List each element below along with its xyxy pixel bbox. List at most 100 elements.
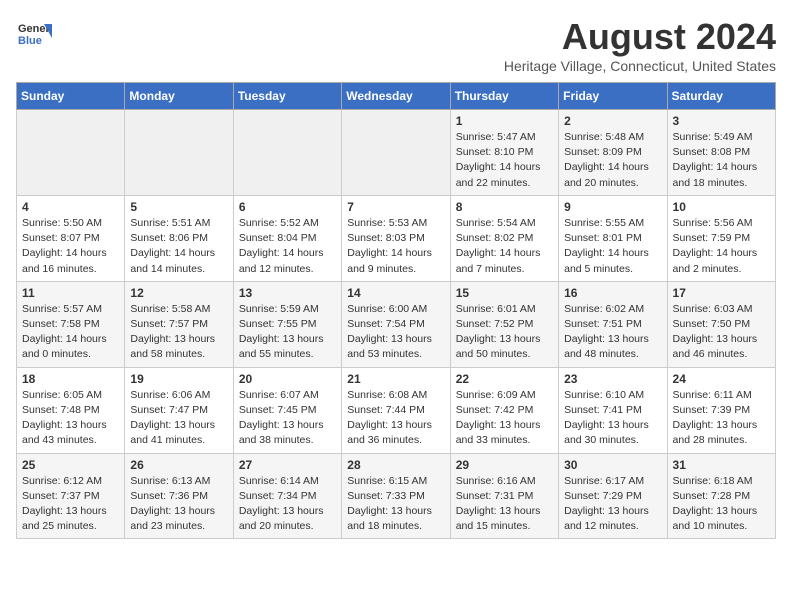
col-header-tuesday: Tuesday xyxy=(233,83,341,110)
day-info: Sunrise: 6:16 AM Sunset: 7:31 PM Dayligh… xyxy=(456,474,553,535)
table-row: 28 Sunrise: 6:15 AM Sunset: 7:33 PM Dayli… xyxy=(342,453,450,539)
col-header-friday: Friday xyxy=(559,83,667,110)
table-row: 14 Sunrise: 6:00 AM Sunset: 7:54 PM Dayli… xyxy=(342,281,450,367)
day-info: Sunrise: 6:12 AM Sunset: 7:37 PM Dayligh… xyxy=(22,474,119,535)
table-row: 31 Sunrise: 6:18 AM Sunset: 7:28 PM Dayli… xyxy=(667,453,775,539)
col-header-sunday: Sunday xyxy=(17,83,125,110)
svg-text:Blue: Blue xyxy=(18,35,42,47)
day-number: 12 xyxy=(130,286,227,300)
col-header-saturday: Saturday xyxy=(667,83,775,110)
table-row: 8Sunrise: 5:54 AM Sunset: 8:02 PM Daylig… xyxy=(450,195,558,281)
day-info: Sunrise: 5:59 AM Sunset: 7:55 PM Dayligh… xyxy=(239,302,336,363)
title-section: August 2024 Heritage Village, Connecticu… xyxy=(504,16,776,74)
table-row: 26 Sunrise: 6:13 AM Sunset: 7:36 PM Dayli… xyxy=(125,453,233,539)
day-number: 17 xyxy=(673,286,770,300)
table-row: 15 Sunrise: 6:01 AM Sunset: 7:52 PM Dayli… xyxy=(450,281,558,367)
day-info: Sunrise: 6:00 AM Sunset: 7:54 PM Dayligh… xyxy=(347,302,444,363)
day-info: Sunrise: 5:55 AM Sunset: 8:01 PM Dayligh… xyxy=(564,216,661,277)
table-row: 1 Sunrise: 5:47 AM Sunset: 8:10 PM Daylig… xyxy=(450,110,558,196)
table-row: 10Sunrise: 5:56 AM Sunset: 7:59 PM Dayli… xyxy=(667,195,775,281)
day-number: 3 xyxy=(673,114,770,128)
day-number: 16 xyxy=(564,286,661,300)
day-number: 1 xyxy=(456,114,553,128)
table-row: 24Sunrise: 6:11 AM Sunset: 7:39 PM Dayli… xyxy=(667,367,775,453)
col-header-thursday: Thursday xyxy=(450,83,558,110)
calendar-header: General Blue August 2024 Heritage Villag… xyxy=(16,16,776,74)
day-number: 24 xyxy=(673,372,770,386)
table-row xyxy=(125,110,233,196)
table-row: 23Sunrise: 6:10 AM Sunset: 7:41 PM Dayli… xyxy=(559,367,667,453)
day-number: 10 xyxy=(673,200,770,214)
day-info: Sunrise: 6:10 AM Sunset: 7:41 PM Dayligh… xyxy=(564,388,661,449)
day-info: Sunrise: 6:01 AM Sunset: 7:52 PM Dayligh… xyxy=(456,302,553,363)
day-number: 19 xyxy=(130,372,227,386)
table-row: 16 Sunrise: 6:02 AM Sunset: 7:51 PM Dayli… xyxy=(559,281,667,367)
day-number: 7 xyxy=(347,200,444,214)
table-row: 2 Sunrise: 5:48 AM Sunset: 8:09 PM Daylig… xyxy=(559,110,667,196)
table-row xyxy=(17,110,125,196)
table-row: 21 Sunrise: 6:08 AM Sunset: 7:44 PM Dayli… xyxy=(342,367,450,453)
day-number: 27 xyxy=(239,458,336,472)
day-number: 28 xyxy=(347,458,444,472)
day-info: Sunrise: 5:52 AM Sunset: 8:04 PM Dayligh… xyxy=(239,216,336,277)
logo: General Blue xyxy=(16,16,52,52)
day-info: Sunrise: 6:17 AM Sunset: 7:29 PM Dayligh… xyxy=(564,474,661,535)
day-number: 15 xyxy=(456,286,553,300)
day-info: Sunrise: 6:06 AM Sunset: 7:47 PM Dayligh… xyxy=(130,388,227,449)
table-row: 18 Sunrise: 6:05 AM Sunset: 7:48 PM Dayli… xyxy=(17,367,125,453)
table-row: 27 Sunrise: 6:14 AM Sunset: 7:34 PM Dayli… xyxy=(233,453,341,539)
day-info: Sunrise: 5:58 AM Sunset: 7:57 PM Dayligh… xyxy=(130,302,227,363)
table-row: 3Sunrise: 5:49 AM Sunset: 8:08 PM Daylig… xyxy=(667,110,775,196)
day-info: Sunrise: 6:08 AM Sunset: 7:44 PM Dayligh… xyxy=(347,388,444,449)
day-number: 31 xyxy=(673,458,770,472)
logo-icon: General Blue xyxy=(16,16,52,52)
day-number: 6 xyxy=(239,200,336,214)
day-number: 29 xyxy=(456,458,553,472)
day-number: 8 xyxy=(456,200,553,214)
day-info: Sunrise: 6:14 AM Sunset: 7:34 PM Dayligh… xyxy=(239,474,336,535)
day-number: 5 xyxy=(130,200,227,214)
day-number: 2 xyxy=(564,114,661,128)
table-row: 17 Sunrise: 6:03 AM Sunset: 7:50 PM Dayli… xyxy=(667,281,775,367)
table-row: 7 Sunrise: 5:53 AM Sunset: 8:03 PM Daylig… xyxy=(342,195,450,281)
day-info: Sunrise: 5:50 AM Sunset: 8:07 PM Dayligh… xyxy=(22,216,119,277)
table-row: 11 Sunrise: 5:57 AM Sunset: 7:58 PM Dayli… xyxy=(17,281,125,367)
day-number: 25 xyxy=(22,458,119,472)
day-info: Sunrise: 6:09 AM Sunset: 7:42 PM Dayligh… xyxy=(456,388,553,449)
day-number: 20 xyxy=(239,372,336,386)
table-row xyxy=(342,110,450,196)
table-row: 20 Sunrise: 6:07 AM Sunset: 7:45 PM Dayli… xyxy=(233,367,341,453)
day-number: 9 xyxy=(564,200,661,214)
day-number: 18 xyxy=(22,372,119,386)
day-info: Sunrise: 5:51 AM Sunset: 8:06 PM Dayligh… xyxy=(130,216,227,277)
table-row: 5 Sunrise: 5:51 AM Sunset: 8:06 PM Daylig… xyxy=(125,195,233,281)
col-header-monday: Monday xyxy=(125,83,233,110)
table-row: 29 Sunrise: 6:16 AM Sunset: 7:31 PM Dayli… xyxy=(450,453,558,539)
day-info: Sunrise: 6:18 AM Sunset: 7:28 PM Dayligh… xyxy=(673,474,770,535)
day-number: 11 xyxy=(22,286,119,300)
day-info: Sunrise: 6:05 AM Sunset: 7:48 PM Dayligh… xyxy=(22,388,119,449)
day-info: Sunrise: 5:48 AM Sunset: 8:09 PM Dayligh… xyxy=(564,130,661,191)
day-info: Sunrise: 6:13 AM Sunset: 7:36 PM Dayligh… xyxy=(130,474,227,535)
day-info: Sunrise: 5:57 AM Sunset: 7:58 PM Dayligh… xyxy=(22,302,119,363)
day-info: Sunrise: 6:02 AM Sunset: 7:51 PM Dayligh… xyxy=(564,302,661,363)
calendar-table: SundayMondayTuesdayWednesdayThursdayFrid… xyxy=(16,82,776,539)
day-number: 30 xyxy=(564,458,661,472)
table-row: 4Sunrise: 5:50 AM Sunset: 8:07 PM Daylig… xyxy=(17,195,125,281)
day-info: Sunrise: 5:53 AM Sunset: 8:03 PM Dayligh… xyxy=(347,216,444,277)
table-row: 13 Sunrise: 5:59 AM Sunset: 7:55 PM Dayli… xyxy=(233,281,341,367)
day-number: 26 xyxy=(130,458,227,472)
table-row xyxy=(233,110,341,196)
day-info: Sunrise: 6:03 AM Sunset: 7:50 PM Dayligh… xyxy=(673,302,770,363)
day-number: 13 xyxy=(239,286,336,300)
day-info: Sunrise: 6:15 AM Sunset: 7:33 PM Dayligh… xyxy=(347,474,444,535)
day-number: 14 xyxy=(347,286,444,300)
day-info: Sunrise: 6:07 AM Sunset: 7:45 PM Dayligh… xyxy=(239,388,336,449)
col-header-wednesday: Wednesday xyxy=(342,83,450,110)
table-row: 6 Sunrise: 5:52 AM Sunset: 8:04 PM Daylig… xyxy=(233,195,341,281)
day-number: 21 xyxy=(347,372,444,386)
day-number: 22 xyxy=(456,372,553,386)
calendar-title: August 2024 xyxy=(504,16,776,58)
day-info: Sunrise: 5:47 AM Sunset: 8:10 PM Dayligh… xyxy=(456,130,553,191)
table-row: 25 Sunrise: 6:12 AM Sunset: 7:37 PM Dayli… xyxy=(17,453,125,539)
